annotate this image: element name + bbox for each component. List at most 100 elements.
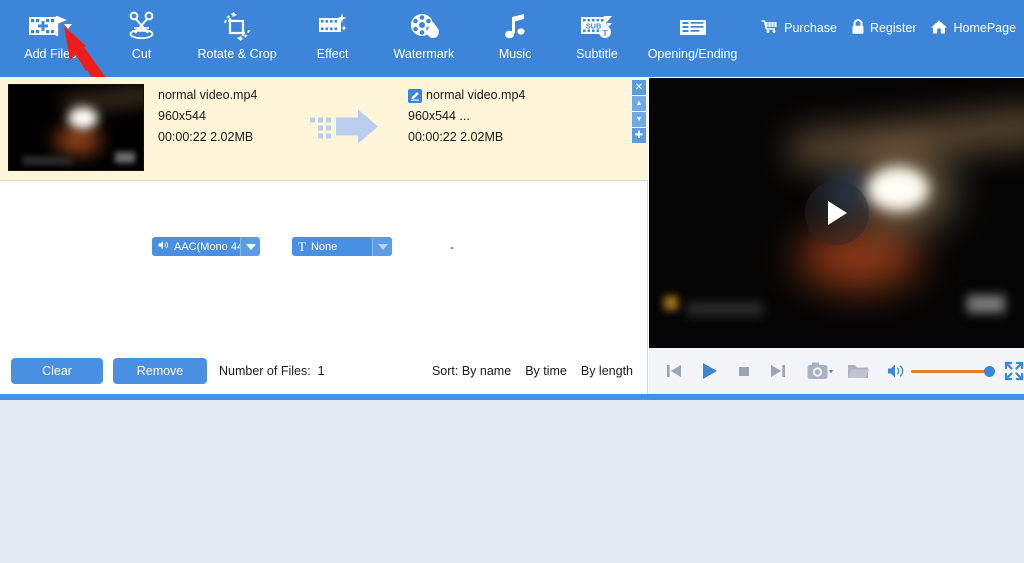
- edit-pencil-icon[interactable]: [408, 88, 422, 103]
- stop-button[interactable]: [737, 364, 751, 378]
- row-move-down-button[interactable]: ▼: [632, 112, 646, 127]
- toolbar-label-cut: Cut: [131, 47, 152, 61]
- number-of-files: Number of Files: 1: [219, 364, 325, 378]
- previous-button[interactable]: [665, 362, 683, 380]
- source-duration-size: 00:00:22 2.02MB: [158, 130, 254, 144]
- subtitle-track-picker[interactable]: T None: [292, 237, 392, 256]
- speaker-icon: [158, 240, 169, 253]
- sort-by-name[interactable]: By name: [462, 364, 511, 378]
- subtitle-track-label: None: [310, 240, 338, 253]
- svg-text:SUB: SUB: [586, 22, 602, 31]
- svg-text:T: T: [602, 28, 608, 37]
- sort-controls: Sort: By name By time By length: [432, 364, 633, 378]
- homepage-link[interactable]: HomePage: [930, 19, 1016, 38]
- opening-ending-icon: [677, 9, 709, 43]
- toolbar-item-add-files[interactable]: Add Files: [0, 0, 101, 77]
- subtitle-t-icon: T: [298, 239, 306, 254]
- audio-track-picker[interactable]: AAC(Mono 44: [152, 237, 260, 256]
- sort-by-length[interactable]: By length: [581, 364, 633, 378]
- row-close-button[interactable]: ✕: [632, 80, 646, 95]
- subtitle-icon: SUB T: [578, 9, 616, 43]
- toolbar-item-subtitle[interactable]: SUB T Subtitle: [556, 0, 638, 77]
- toolbar-item-rotate-crop[interactable]: Rotate & Crop: [183, 0, 292, 77]
- toolbar-item-music[interactable]: Music: [474, 0, 556, 77]
- audio-track-dropdown-arrow[interactable]: [240, 237, 260, 256]
- row-move-up-button[interactable]: ▲: [632, 96, 646, 111]
- conversion-arrow-icon: [310, 107, 382, 152]
- volume-slider-knob[interactable]: [984, 365, 995, 377]
- output-file-info: normal video.mp4 960x544 ... 00:00:22 2.…: [408, 85, 608, 148]
- previous-icon: [667, 365, 681, 377]
- subtitle-track-dropdown-arrow[interactable]: [372, 237, 392, 256]
- toolbar-item-opening-ending[interactable]: Opening/Ending: [638, 0, 747, 77]
- play-icon: [703, 363, 717, 379]
- player-controls: [649, 348, 1024, 394]
- file-list-panel: normal video.mp4 960x544 00:00:22 2.02MB: [0, 77, 648, 348]
- sort-label: Sort: By name: [431, 364, 512, 378]
- snapshot-button[interactable]: [807, 361, 833, 381]
- top-toolbar: Add Files Cut Rotate & Crop Effect Water…: [0, 0, 1024, 77]
- source-file-name: normal video.mp4: [158, 88, 258, 102]
- table-row[interactable]: normal video.mp4 960x544 00:00:22 2.02MB: [0, 77, 648, 256]
- toolbar-label-watermark: Watermark: [393, 47, 455, 61]
- volume-icon: [888, 364, 904, 378]
- music-note-icon: [500, 9, 530, 43]
- volume-slider[interactable]: [911, 365, 995, 377]
- next-icon: [771, 365, 785, 377]
- volume-button[interactable]: [887, 363, 905, 379]
- output-resolution: 960x544 ...: [408, 109, 470, 123]
- output-settings-panel: Merge all files into one Enable GPU Acce…: [0, 400, 1024, 563]
- video-preview[interactable]: [649, 78, 1024, 348]
- toolbar-label-music: Music: [498, 47, 532, 61]
- row-add-button[interactable]: ✚: [632, 128, 646, 143]
- toolbar-label-effect: Effect: [316, 47, 349, 61]
- camera-icon: [807, 362, 833, 379]
- source-file-info: normal video.mp4 960x544 00:00:22 2.02MB: [158, 85, 318, 148]
- purchase-link[interactable]: Purchase: [761, 19, 837, 37]
- watermark-icon: [407, 9, 441, 43]
- toolbar-label-opening-ending: Opening/Ending: [647, 47, 738, 61]
- toolbar-item-effect[interactable]: Effect: [292, 0, 374, 77]
- app-window: Add Files Cut Rotate & Crop Effect Water…: [0, 0, 1024, 563]
- audio-track-label: AAC(Mono 44: [174, 240, 240, 253]
- track-pickers: AAC(Mono 44 T None: [152, 237, 392, 256]
- register-label: Register: [869, 21, 917, 35]
- toolbar-item-cut[interactable]: Cut: [101, 0, 183, 77]
- scissors-icon: [125, 9, 159, 43]
- open-folder-icon: [848, 365, 869, 378]
- homepage-label: HomePage: [953, 21, 1017, 35]
- play-button[interactable]: [699, 361, 719, 381]
- play-icon: [827, 201, 847, 225]
- source-resolution: 960x544: [158, 109, 206, 123]
- output-duration-size: 00:00:22 2.02MB: [408, 130, 504, 144]
- purchase-label: Purchase: [784, 21, 837, 35]
- toolbar-label-rotate-crop: Rotate & Crop: [197, 47, 277, 61]
- toolbar-label-subtitle: Subtitle: [576, 47, 618, 61]
- toolbar-label-add-files: Add Files: [24, 47, 77, 61]
- effect-icon: [316, 9, 350, 43]
- stop-icon: [739, 367, 749, 376]
- clear-button[interactable]: Clear: [11, 358, 103, 384]
- fullscreen-icon: [1004, 361, 1024, 381]
- register-link[interactable]: Register: [851, 18, 917, 38]
- toolbar-item-watermark[interactable]: Watermark: [374, 0, 475, 77]
- file-thumbnail: [8, 84, 144, 171]
- number-of-files-label: Number of Files:: [219, 364, 311, 378]
- number-of-files-value: 1: [317, 364, 325, 378]
- add-files-icon: [27, 9, 73, 43]
- row-side-controls: ✕ ▲ ▼ ✚: [632, 80, 646, 143]
- cart-icon: [761, 19, 779, 37]
- rotate-crop-icon: [220, 9, 254, 43]
- lock-icon: [851, 18, 865, 38]
- toolbar-links: Purchase Register HomePage: [747, 0, 1024, 56]
- preview-play-button[interactable]: [804, 181, 869, 245]
- list-footer-bar: Clear Remove Number of Files: 1 Sort: By…: [0, 348, 648, 394]
- home-icon: [930, 19, 948, 38]
- open-folder-button[interactable]: [847, 362, 869, 380]
- next-button[interactable]: [769, 362, 787, 380]
- output-file-name: normal video.mp4: [426, 88, 526, 102]
- sort-by-time[interactable]: By time: [525, 364, 567, 378]
- fullscreen-button[interactable]: [1004, 361, 1024, 381]
- remove-button[interactable]: Remove: [113, 358, 207, 384]
- row-extra-text: -: [450, 240, 454, 254]
